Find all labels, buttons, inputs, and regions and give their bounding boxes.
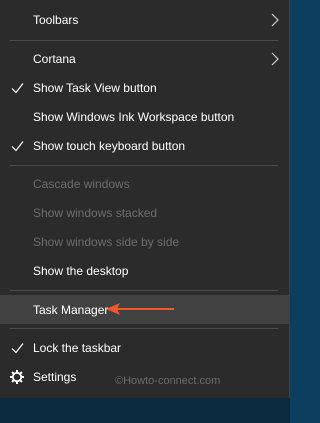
menu-item-label: Cascade windows [33,176,130,191]
menu-item-label: Show the desktop [33,263,129,278]
menu-separator [10,165,278,166]
menu-item-label: Cortana [33,51,76,66]
taskbar-context-menu: Toolbars Cortana Show Task View button S… [0,0,290,398]
menu-item-label: Show Windows Ink Workspace button [33,109,235,124]
menu-separator [10,290,278,291]
menu-item-label: Show windows side by side [33,234,180,249]
menu-item-lock-taskbar[interactable]: Lock the taskbar [0,333,289,362]
menu-item-show-ink-workspace[interactable]: Show Windows Ink Workspace button [0,102,289,131]
arrow-left-icon [106,303,174,315]
check-icon [11,140,24,151]
watermark-text: ©Howto-connect.com [115,375,221,387]
menu-item-label: Settings [33,369,77,384]
menu-separator [10,328,278,329]
chevron-right-icon [271,13,279,26]
menu-item-show-desktop[interactable]: Show the desktop [0,256,289,285]
menu-item-label: Show touch keyboard button [33,138,186,153]
menu-item-show-task-view[interactable]: Show Task View button [0,73,289,102]
chevron-right-icon [271,52,279,65]
menu-item-cascade-windows: Cascade windows [0,169,289,198]
menu-item-show-windows-side-by-side: Show windows side by side [0,227,289,256]
menu-item-label: Toolbars [33,12,79,27]
check-icon [11,342,24,353]
menu-item-label: Task Manager [33,302,109,317]
menu-item-show-windows-stacked: Show windows stacked [0,198,289,227]
menu-item-cortana[interactable]: Cortana [0,44,289,73]
check-icon [11,82,24,93]
taskbar[interactable] [0,398,290,423]
menu-item-show-touch-keyboard[interactable]: Show touch keyboard button [0,131,289,160]
gear-icon [10,369,24,384]
menu-item-toolbars[interactable]: Toolbars [0,5,289,34]
menu-separator [10,40,278,41]
menu-item-label: Lock the taskbar [33,340,122,355]
menu-item-label: Show windows stacked [33,205,158,220]
menu-item-label: Show Task View button [33,80,157,95]
